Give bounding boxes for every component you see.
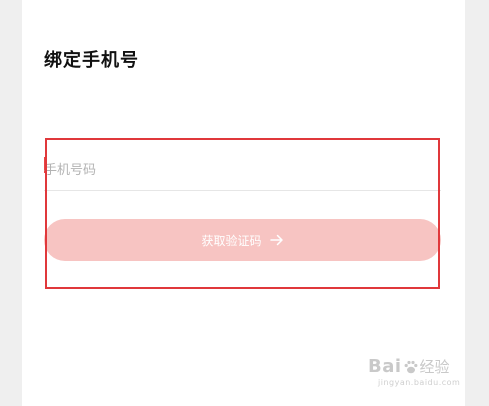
arrow-right-icon [269,234,284,246]
watermark-url: jingyan.baidu.com [378,378,461,387]
phone-number-input[interactable] [44,158,434,182]
watermark-name: 经验 [419,358,450,376]
get-code-label: 获取验证码 [201,233,262,248]
watermark: Bai 经验 [368,356,450,377]
paw-icon [403,359,419,375]
get-code-button[interactable]: 获取验证码 [44,219,441,261]
phone-field[interactable] [44,152,441,191]
watermark-brand: Bai [368,356,402,377]
page-title: 绑定手机号 [44,50,139,71]
